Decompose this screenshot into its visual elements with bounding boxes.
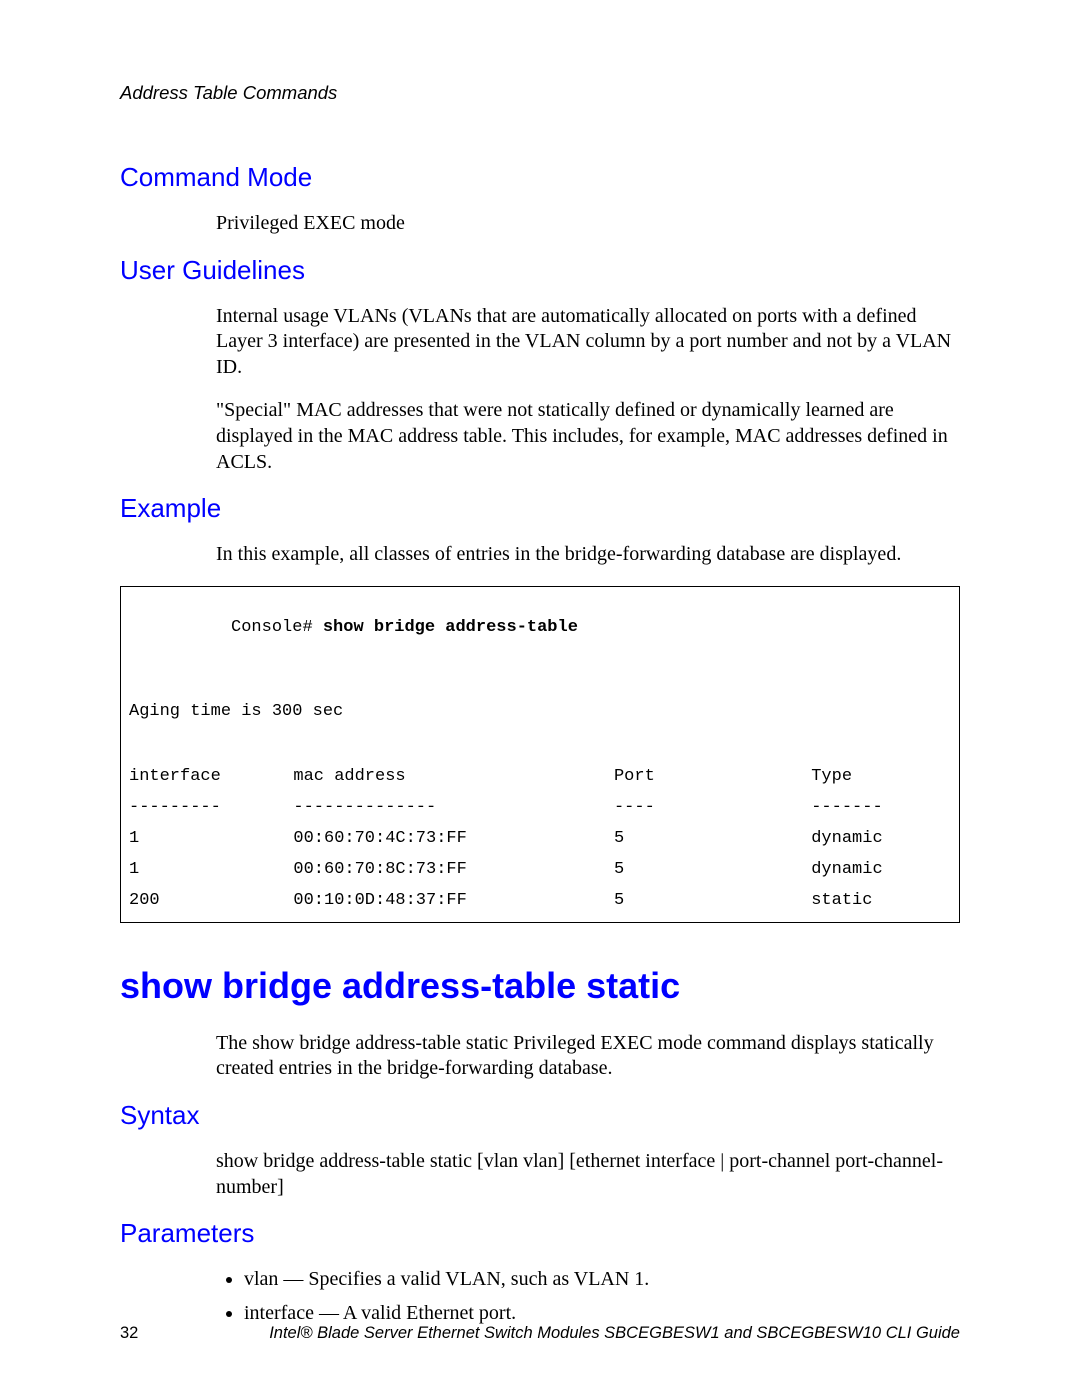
- cell-type: dynamic: [811, 854, 951, 885]
- cell-mac: 00:60:70:4C:73:FF: [293, 823, 614, 854]
- example-header-row: interface mac address Port Type: [129, 761, 951, 792]
- cell-mac: 00:10:0D:48:37:FF: [293, 885, 614, 916]
- heading-parameters: Parameters: [120, 1218, 960, 1249]
- div-port: ----: [614, 792, 811, 823]
- div-mac: --------------: [293, 792, 614, 823]
- title-description: The show bridge address-table static Pri…: [216, 1031, 960, 1082]
- syntax-text: show bridge address-table static [vlan v…: [216, 1149, 960, 1200]
- heading-example: Example: [120, 493, 960, 524]
- parameters-body: vlan — Specifies a valid VLAN, such as V…: [216, 1267, 960, 1326]
- cell-interface: 1: [129, 823, 293, 854]
- div-interface: ---------: [129, 792, 293, 823]
- col-type: Type: [811, 761, 951, 792]
- footer-doc-title: Intel® Blade Server Ethernet Switch Modu…: [269, 1324, 960, 1343]
- console-prompt: Console#: [231, 618, 323, 637]
- heading-command-mode: Command Mode: [120, 162, 960, 193]
- console-command: show bridge address-table: [323, 618, 578, 637]
- col-mac: mac address: [293, 761, 614, 792]
- parameters-list: vlan — Specifies a valid VLAN, such as V…: [244, 1267, 960, 1326]
- list-item: vlan — Specifies a valid VLAN, such as V…: [244, 1267, 960, 1293]
- example-intro-block: In this example, all classes of entries …: [216, 542, 960, 568]
- user-guidelines-p1: Internal usage VLANs (VLANs that are aut…: [216, 304, 960, 381]
- example-intro: In this example, all classes of entries …: [216, 542, 960, 568]
- div-type: -------: [811, 792, 951, 823]
- page-number: 32: [120, 1324, 138, 1343]
- list-item: interface — A valid Ethernet port.: [244, 1301, 960, 1327]
- example-table: Console# show bridge address-table Aging…: [129, 593, 951, 916]
- command-mode-body: Privileged EXEC mode: [216, 211, 960, 237]
- cell-type: dynamic: [811, 823, 951, 854]
- cell-interface: 200: [129, 885, 293, 916]
- table-row: 200 00:10:0D:48:37:FF 5 static: [129, 885, 951, 916]
- page-title: show bridge address-table static: [120, 965, 960, 1007]
- running-head: Address Table Commands: [120, 82, 960, 104]
- page: Address Table Commands Command Mode Priv…: [0, 0, 1080, 1397]
- title-desc-block: The show bridge address-table static Pri…: [216, 1031, 960, 1082]
- cell-interface: 1: [129, 854, 293, 885]
- syntax-body: show bridge address-table static [vlan v…: [216, 1149, 960, 1200]
- heading-user-guidelines: User Guidelines: [120, 255, 960, 286]
- page-footer: 32 Intel® Blade Server Ethernet Switch M…: [120, 1324, 960, 1343]
- col-interface: interface: [129, 761, 293, 792]
- user-guidelines-body: Internal usage VLANs (VLANs that are aut…: [216, 304, 960, 476]
- aging-line: Aging time is 300 sec: [129, 696, 951, 761]
- col-port: Port: [614, 761, 811, 792]
- heading-syntax: Syntax: [120, 1100, 960, 1131]
- command-mode-text: Privileged EXEC mode: [216, 211, 960, 237]
- cell-port: 5: [614, 885, 811, 916]
- example-divider-row: --------- -------------- ---- -------: [129, 792, 951, 823]
- user-guidelines-p2: "Special" MAC addresses that were not st…: [216, 398, 960, 475]
- example-aging-row: Aging time is 300 sec: [129, 696, 951, 761]
- example-console-box: Console# show bridge address-table Aging…: [120, 586, 960, 923]
- cell-type: static: [811, 885, 951, 916]
- table-row: 1 00:60:70:4C:73:FF 5 dynamic: [129, 823, 951, 854]
- cell-mac: 00:60:70:8C:73:FF: [293, 854, 614, 885]
- cell-port: 5: [614, 823, 811, 854]
- example-command-row: Console# show bridge address-table: [129, 593, 951, 696]
- cell-port: 5: [614, 854, 811, 885]
- table-row: 1 00:60:70:8C:73:FF 5 dynamic: [129, 854, 951, 885]
